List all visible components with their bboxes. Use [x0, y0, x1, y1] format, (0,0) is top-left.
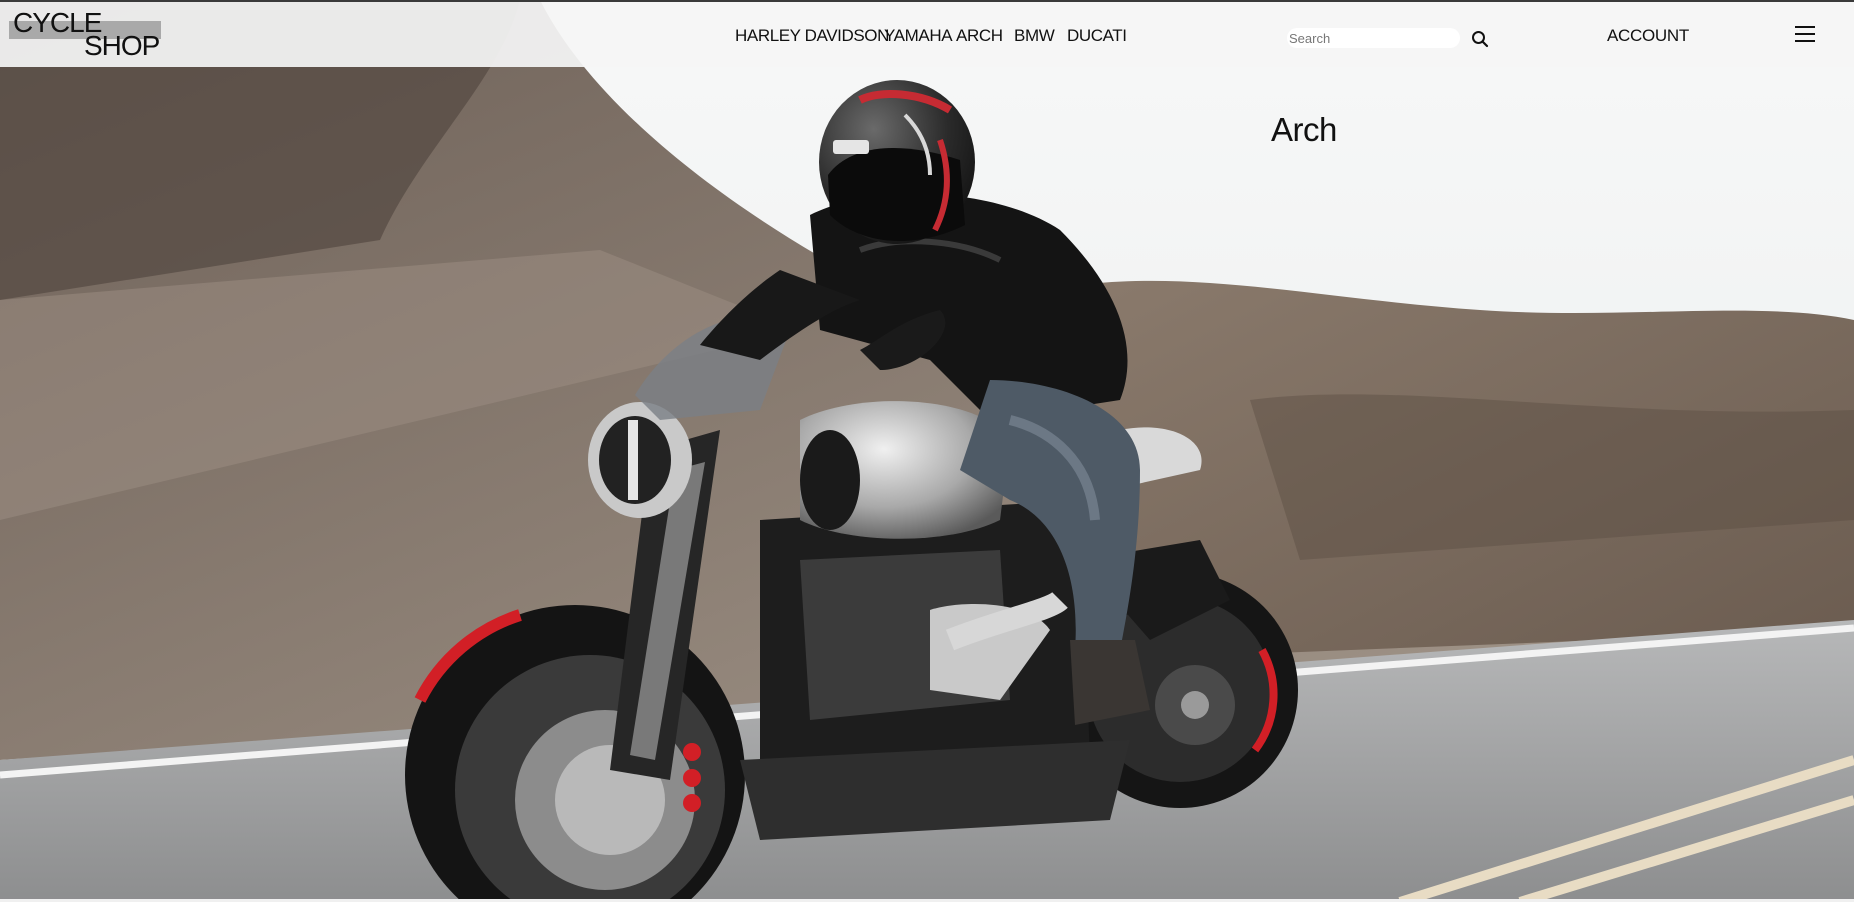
hero-title: Arch [1271, 111, 1337, 148]
hamburger-menu-icon[interactable] [1795, 26, 1815, 44]
nav-item-arch[interactable]: ARCH [956, 26, 1003, 46]
nav-item-harley-davidson[interactable]: HARLEY DAVIDSON [735, 26, 889, 46]
logo-line-2: SHOP [84, 30, 160, 61]
nav-item-yamaha[interactable]: YAMAHA [884, 26, 953, 46]
search-icon[interactable] [1471, 30, 1489, 48]
nav-item-bmw[interactable]: BMW [1014, 26, 1055, 46]
brand-logo[interactable]: CYCLE SHOP [9, 8, 161, 61]
search-input[interactable] [1287, 28, 1460, 48]
nav-item-ducati[interactable]: DUCATI [1067, 26, 1127, 46]
hero-photo-svg [0, 0, 1854, 902]
hero-image [0, 0, 1854, 902]
top-navigation-bar: CYCLE SHOP HARLEY DAVIDSON YAMAHA ARCH B… [0, 0, 1854, 67]
page: CYCLE SHOP HARLEY DAVIDSON YAMAHA ARCH B… [0, 0, 1854, 902]
account-link[interactable]: ACCOUNT [1607, 26, 1689, 46]
